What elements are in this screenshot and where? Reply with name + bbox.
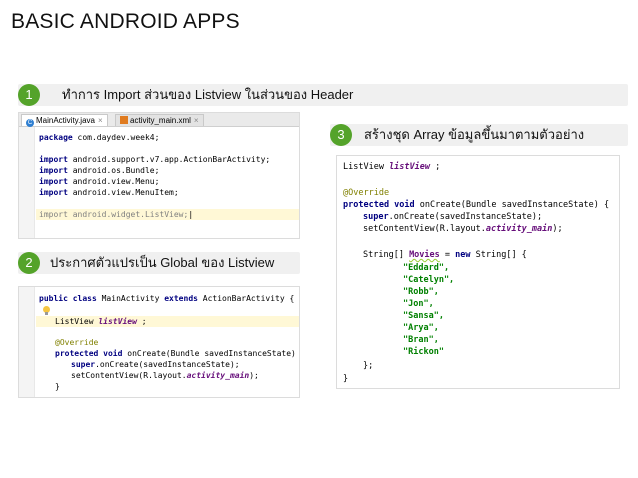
code-line-setcontentview: setContentView(R.layout.activity_main); [363,224,563,234]
xml-file-icon [120,116,128,124]
array-item: "Robb", [403,287,439,297]
step-3-number: 3 [330,124,352,146]
code-line-override: @Override [343,188,390,198]
close-icon[interactable]: × [194,116,199,125]
array-item: "Jon", [403,299,434,309]
code-line-listview-field: ListView listView ; [343,162,441,172]
step-2-text: ประกาศตัวแปรเป็น Global ของ Listview [50,255,275,270]
code-line-package: package com.daydev.week4; [39,133,160,142]
code-panel-imports: C MainActivity.java × activity_main.xml × p… [18,112,300,239]
array-item: "Catelyn", [403,275,455,285]
code-panel-array: ListView listView ; @Override protected … [336,155,620,389]
step-1-text: ทำการ Import ส่วนของ Listview ในส่วนของ … [62,87,354,102]
lightbulb-icon[interactable] [43,306,50,315]
code-line-super: super.onCreate(savedInstanceState); [71,360,240,369]
code-line-import: import android.support.v7.app.ActionBarA… [39,155,271,164]
array-item: "Arya", [403,323,439,333]
array-item: "Sansa", [403,311,444,321]
tab-mainactivity-java[interactable]: C MainActivity.java × [21,114,108,127]
code-line-super: super.onCreate(savedInstanceState); [363,212,543,222]
editor-gutter [19,127,35,238]
code-line-array-declaration: String[] Movies = new String[] { [363,250,527,260]
code-line-oncreate: protected void onCreate(Bundle savedInst… [55,349,300,358]
step-3-text: สร้างชุด Array ข้อมูลขึ้นมาตามตัวอย่าง [364,127,585,142]
class-c-icon: C [26,119,34,127]
array-item: "Bran", [403,335,439,345]
editor-gutter [19,287,35,397]
step-1-number: 1 [18,84,40,106]
tab-activity-main-xml[interactable]: activity_main.xml × [115,114,204,126]
code-panel-global: public class MainActivity extends Action… [18,286,300,398]
code-line-close: } [343,374,349,384]
code-line-array-close: }; [363,361,374,371]
code-line-import: import android.view.MenuItem; [39,188,179,197]
close-icon[interactable]: × [98,116,103,125]
array-item: "Rickon" [403,347,444,357]
code-line-override: @Override [55,338,99,347]
code-line-import: import android.os.Bundle; [39,166,160,175]
code-line-listview-field: ListView listView ; [55,317,147,326]
editor-tab-bar: C MainActivity.java × activity_main.xml × [19,113,299,127]
page-title: BASIC ANDROID APPS [11,10,240,33]
code-line-oncreate: protected void onCreate(Bundle savedInst… [343,200,610,210]
array-item: "Eddard", [403,263,450,273]
code-line-import: import android.view.Menu; [39,177,160,186]
code-line-class: public class MainActivity extends Action… [39,294,295,303]
code-line-listview-import[interactable]: import android.widget.ListView;| [39,209,193,220]
step-2-number: 2 [18,252,40,274]
code-line-close: } [55,382,60,391]
code-line-setcontentview: setContentView(R.layout.activity_main); [71,371,259,380]
